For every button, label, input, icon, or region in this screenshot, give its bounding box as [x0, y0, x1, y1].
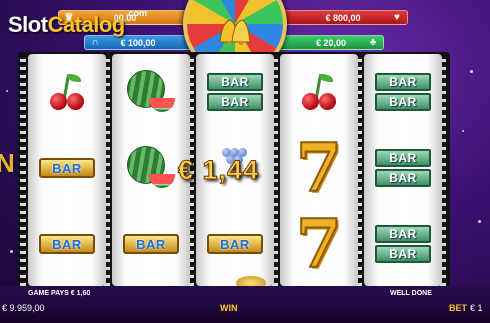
- symbol-cherry: [280, 54, 358, 130]
- bar-label: BAR: [221, 95, 249, 109]
- star-decoration: [10, 250, 13, 253]
- symbol-bar: BAR: [196, 206, 274, 282]
- game-stage: ♛ 00,00 € 800,00 ♥ ∩ € 100,00 € 20,00 ♣ …: [0, 0, 490, 323]
- bar-label: BAR: [389, 171, 417, 185]
- symbol-watermelon: [112, 54, 190, 130]
- well-done-text: WELL DONE: [390, 290, 432, 297]
- site-logo: SlotCatalog: [8, 12, 125, 38]
- symbol-bar: BAR: [28, 206, 106, 282]
- symbol-double-bar: BAR BAR: [364, 206, 442, 282]
- jackpot-green: € 20,00 ♣: [278, 35, 384, 50]
- bar-label: BAR: [136, 236, 166, 252]
- symbol-bar: BAR: [28, 130, 106, 206]
- bar-label: BAR: [389, 247, 417, 261]
- bet-value: € 1: [470, 303, 483, 313]
- reel-5: BAR BAR BAR BAR BAR BAR: [364, 54, 442, 286]
- jackpot-blue-value: € 100,00: [120, 37, 156, 48]
- symbol-seven: 7: [295, 129, 343, 207]
- clover-icon: ♣: [369, 37, 377, 48]
- game-pays-text: GAME PAYS € 1,60: [28, 290, 91, 297]
- symbol-double-bar: BAR BAR: [364, 130, 442, 206]
- logo-text-a: Slot: [8, 12, 48, 37]
- side-letter: N: [0, 148, 15, 178]
- heart-icon: ♥: [394, 12, 400, 23]
- star-decoration: [6, 90, 8, 92]
- logo-suffix: .com: [126, 8, 148, 18]
- bar-label: BAR: [52, 160, 82, 176]
- symbol-double-bar: BAR BAR: [196, 54, 274, 130]
- film-strip: [20, 54, 26, 286]
- star-decoration: [478, 220, 481, 223]
- bar-label: BAR: [389, 151, 417, 165]
- logo-text-b: Catalog: [47, 12, 126, 37]
- bar-label: BAR: [220, 236, 250, 252]
- star-decoration: [470, 70, 473, 73]
- symbol-cherry: [28, 54, 106, 130]
- bar-label: BAR: [389, 227, 417, 241]
- jackpot-red-value: € 800,00: [325, 12, 361, 23]
- bar-label: BAR: [221, 75, 249, 89]
- bet-label[interactable]: BET: [449, 303, 467, 313]
- reel-1: BAR BAR: [28, 54, 106, 286]
- bell-icon: [219, 19, 251, 45]
- win-label: WIN: [220, 303, 238, 313]
- win-amount: € 1,44: [177, 155, 260, 186]
- symbol-bar: BAR: [112, 206, 190, 282]
- reel-4: 7 7: [280, 54, 358, 286]
- balance-value: € 9.959,00: [2, 303, 45, 313]
- bar-label: BAR: [389, 75, 417, 89]
- jackpot-green-value: € 20,00: [315, 37, 347, 48]
- bar-label: BAR: [389, 95, 417, 109]
- symbol-double-bar: BAR BAR: [364, 54, 442, 130]
- symbol-seven: 7: [295, 205, 343, 283]
- bar-label: BAR: [52, 236, 82, 252]
- jackpot-red: € 800,00 ♥: [278, 10, 408, 25]
- star-decoration: [462, 130, 464, 132]
